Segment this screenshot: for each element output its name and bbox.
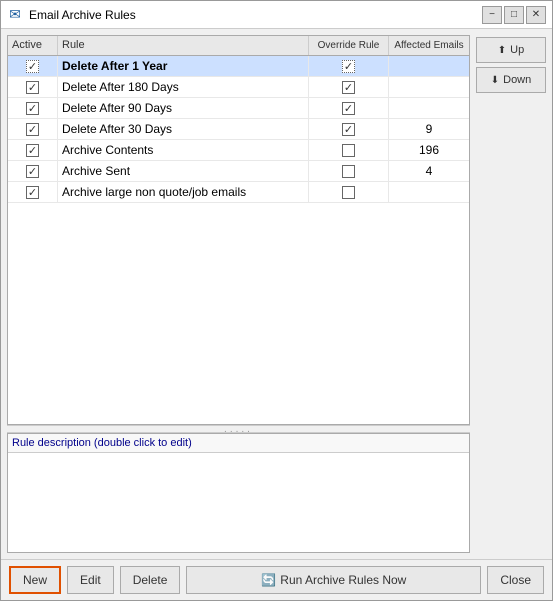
main-window: ✉ Email Archive Rules − □ ✕ Active Rule … bbox=[0, 0, 553, 601]
description-content[interactable] bbox=[8, 453, 469, 461]
close-button[interactable]: ✕ bbox=[526, 6, 546, 24]
splitter[interactable]: ..... bbox=[7, 425, 470, 433]
active-cell-2 bbox=[8, 98, 58, 118]
rule-cell-3: Delete After 30 Days bbox=[58, 119, 309, 139]
main-panel: Active Rule Override Rule Affected Email… bbox=[7, 35, 470, 553]
window-title: Email Archive Rules bbox=[29, 8, 482, 22]
active-checkbox-5[interactable] bbox=[26, 165, 39, 178]
affected-cell-5: 4 bbox=[389, 161, 469, 181]
active-cell-5 bbox=[8, 161, 58, 181]
maximize-button[interactable]: □ bbox=[504, 6, 524, 24]
override-checkbox-0[interactable] bbox=[342, 60, 355, 73]
run-icon: 🔄 bbox=[261, 573, 276, 587]
active-checkbox-0[interactable] bbox=[26, 60, 39, 73]
description-label[interactable]: Rule description (double click to edit) bbox=[8, 434, 469, 453]
run-button[interactable]: 🔄 Run Archive Rules Now bbox=[186, 566, 481, 594]
override-cell-2 bbox=[309, 98, 389, 118]
override-checkbox-4[interactable] bbox=[342, 144, 355, 157]
override-cell-3 bbox=[309, 119, 389, 139]
window-controls: − □ ✕ bbox=[482, 6, 546, 24]
table-row[interactable]: Archive large non quote/job emails bbox=[8, 182, 469, 203]
override-cell-0 bbox=[309, 56, 389, 76]
title-bar: ✉ Email Archive Rules − □ ✕ bbox=[1, 1, 552, 29]
override-cell-4 bbox=[309, 140, 389, 160]
rules-table: Active Rule Override Rule Affected Email… bbox=[7, 35, 470, 425]
affected-cell-2 bbox=[389, 98, 469, 118]
table-row[interactable]: Delete After 180 Days bbox=[8, 77, 469, 98]
side-panel: ⬆ Up ⬇ Down bbox=[476, 35, 546, 553]
delete-button[interactable]: Delete bbox=[120, 566, 181, 594]
run-label: Run Archive Rules Now bbox=[280, 573, 406, 587]
col-affected: Affected Emails bbox=[389, 36, 469, 55]
table-row[interactable]: Archive Contents 196 bbox=[8, 140, 469, 161]
rule-cell-5: Archive Sent bbox=[58, 161, 309, 181]
content-area: Active Rule Override Rule Affected Email… bbox=[1, 29, 552, 559]
active-checkbox-4[interactable] bbox=[26, 144, 39, 157]
override-checkbox-2[interactable] bbox=[342, 102, 355, 115]
active-cell-0 bbox=[8, 56, 58, 76]
active-cell-6 bbox=[8, 182, 58, 202]
down-label: Down bbox=[503, 74, 531, 86]
override-cell-1 bbox=[309, 77, 389, 97]
close-button[interactable]: Close bbox=[487, 566, 544, 594]
app-icon: ✉ bbox=[7, 7, 23, 23]
override-cell-5 bbox=[309, 161, 389, 181]
active-cell-4 bbox=[8, 140, 58, 160]
edit-button[interactable]: Edit bbox=[67, 566, 114, 594]
table-body: Delete After 1 Year Delete After 180 Day… bbox=[8, 56, 469, 424]
active-checkbox-1[interactable] bbox=[26, 81, 39, 94]
affected-cell-3: 9 bbox=[389, 119, 469, 139]
override-checkbox-3[interactable] bbox=[342, 123, 355, 136]
rule-cell-1: Delete After 180 Days bbox=[58, 77, 309, 97]
affected-cell-1 bbox=[389, 77, 469, 97]
active-checkbox-2[interactable] bbox=[26, 102, 39, 115]
affected-cell-0 bbox=[389, 56, 469, 76]
table-row[interactable]: Delete After 90 Days bbox=[8, 98, 469, 119]
affected-cell-4: 196 bbox=[389, 140, 469, 160]
minimize-button[interactable]: − bbox=[482, 6, 502, 24]
up-button[interactable]: ⬆ Up bbox=[476, 37, 546, 63]
down-arrow-icon: ⬇ bbox=[491, 75, 499, 86]
rule-cell-6: Archive large non quote/job emails bbox=[58, 182, 309, 202]
new-button[interactable]: New bbox=[9, 566, 61, 594]
active-cell-3 bbox=[8, 119, 58, 139]
rule-cell-2: Delete After 90 Days bbox=[58, 98, 309, 118]
active-cell-1 bbox=[8, 77, 58, 97]
rule-cell-0: Delete After 1 Year bbox=[58, 56, 309, 76]
table-header: Active Rule Override Rule Affected Email… bbox=[8, 36, 469, 56]
up-label: Up bbox=[510, 44, 524, 56]
rule-cell-4: Archive Contents bbox=[58, 140, 309, 160]
up-arrow-icon: ⬆ bbox=[498, 45, 506, 56]
footer: New Edit Delete 🔄 Run Archive Rules Now … bbox=[1, 559, 552, 600]
table-row[interactable]: Delete After 30 Days 9 bbox=[8, 119, 469, 140]
override-checkbox-6[interactable] bbox=[342, 186, 355, 199]
down-button[interactable]: ⬇ Down bbox=[476, 67, 546, 93]
active-checkbox-3[interactable] bbox=[26, 123, 39, 136]
affected-cell-6 bbox=[389, 182, 469, 202]
table-row[interactable]: Delete After 1 Year bbox=[8, 56, 469, 77]
col-active: Active bbox=[8, 36, 58, 55]
col-override: Override Rule bbox=[309, 36, 389, 55]
active-checkbox-6[interactable] bbox=[26, 186, 39, 199]
override-checkbox-1[interactable] bbox=[342, 81, 355, 94]
description-area: Rule description (double click to edit) bbox=[7, 433, 470, 553]
override-checkbox-5[interactable] bbox=[342, 165, 355, 178]
override-cell-6 bbox=[309, 182, 389, 202]
table-row[interactable]: Archive Sent 4 bbox=[8, 161, 469, 182]
col-rule: Rule bbox=[58, 36, 309, 55]
